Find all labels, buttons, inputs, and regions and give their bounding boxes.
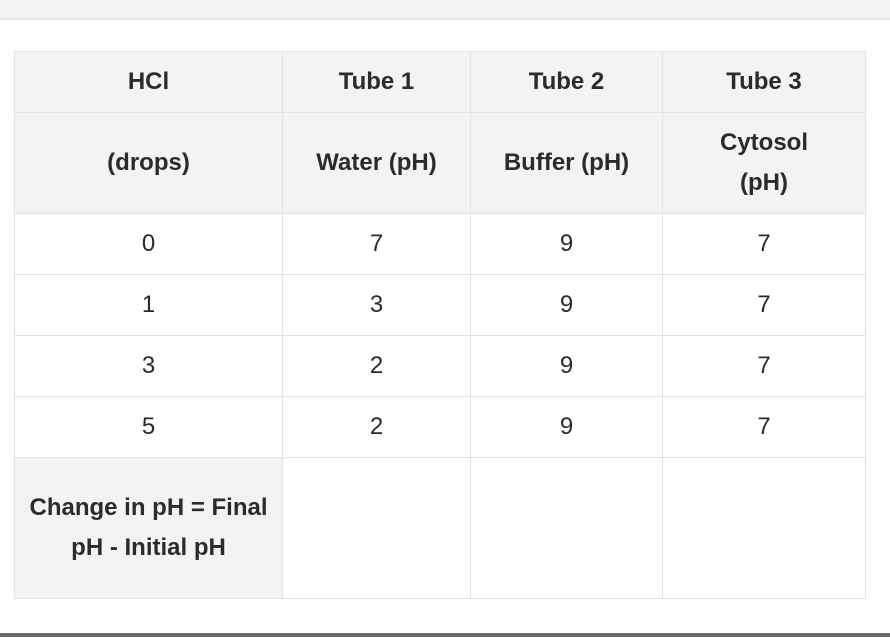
change-in-ph-label: Change in pH = Final pH - Initial pH (14, 457, 283, 599)
table-cell (662, 457, 866, 599)
ph-data-table: HCl Tube 1 Tube 2 Tube 3 (drops) Water (… (14, 51, 866, 599)
table-cell: 9 (470, 335, 663, 397)
table-cell: 9 (470, 396, 663, 458)
table-cell: 2 (282, 396, 471, 458)
table-cell: 7 (662, 335, 866, 397)
table-cell: 7 (662, 396, 866, 458)
table-row: 3 2 9 7 (14, 335, 866, 397)
table-cell: 7 (662, 213, 866, 275)
table-cell: 7 (662, 274, 866, 336)
table-cell: 1 (14, 274, 283, 336)
table-row: 5 2 9 7 (14, 396, 866, 458)
subheader-cell: (drops) (14, 112, 283, 214)
table-cell (470, 457, 663, 599)
subheader-row: (drops) Water (pH) Buffer (pH) Cytosol (… (14, 112, 866, 214)
table-cell: 5 (14, 396, 283, 458)
table-row: 1 3 9 7 (14, 274, 866, 336)
header-cell: Tube 3 (662, 51, 866, 113)
header-cell: HCl (14, 51, 283, 113)
subheader-cell: Cytosol (pH) (662, 112, 866, 214)
subheader-cell: Buffer (pH) (470, 112, 663, 214)
table-cell: 9 (470, 213, 663, 275)
table-cell: 7 (282, 213, 471, 275)
table-cell: 9 (470, 274, 663, 336)
top-bar (0, 0, 890, 20)
header-row: HCl Tube 1 Tube 2 Tube 3 (14, 51, 866, 113)
table-cell (282, 457, 471, 599)
table-cell: 0 (14, 213, 283, 275)
subheader-cell: Water (pH) (282, 112, 471, 214)
table-cell: 3 (14, 335, 283, 397)
header-cell: Tube 2 (470, 51, 663, 113)
header-cell: Tube 1 (282, 51, 471, 113)
table-row: 0 7 9 7 (14, 213, 866, 275)
change-in-ph-row: Change in pH = Final pH - Initial pH (14, 457, 866, 599)
table-cell: 2 (282, 335, 471, 397)
table-cell: 3 (282, 274, 471, 336)
bottom-bar (0, 633, 890, 637)
